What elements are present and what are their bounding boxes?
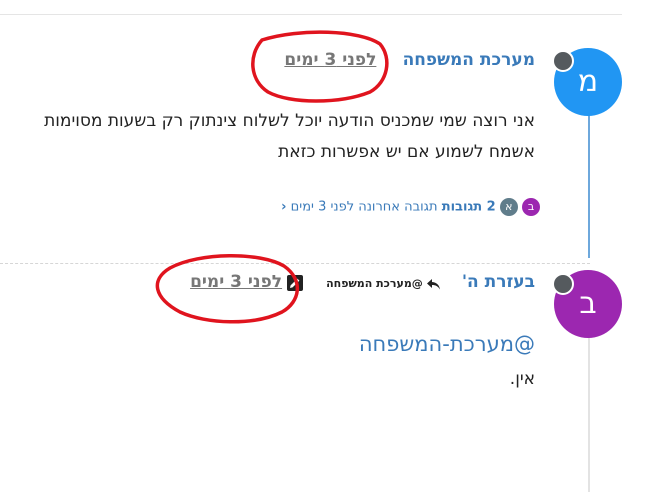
annotation-circle-2 (155, 254, 300, 324)
annotation-overlay (155, 30, 389, 324)
annotation-circle-1 (251, 30, 389, 103)
